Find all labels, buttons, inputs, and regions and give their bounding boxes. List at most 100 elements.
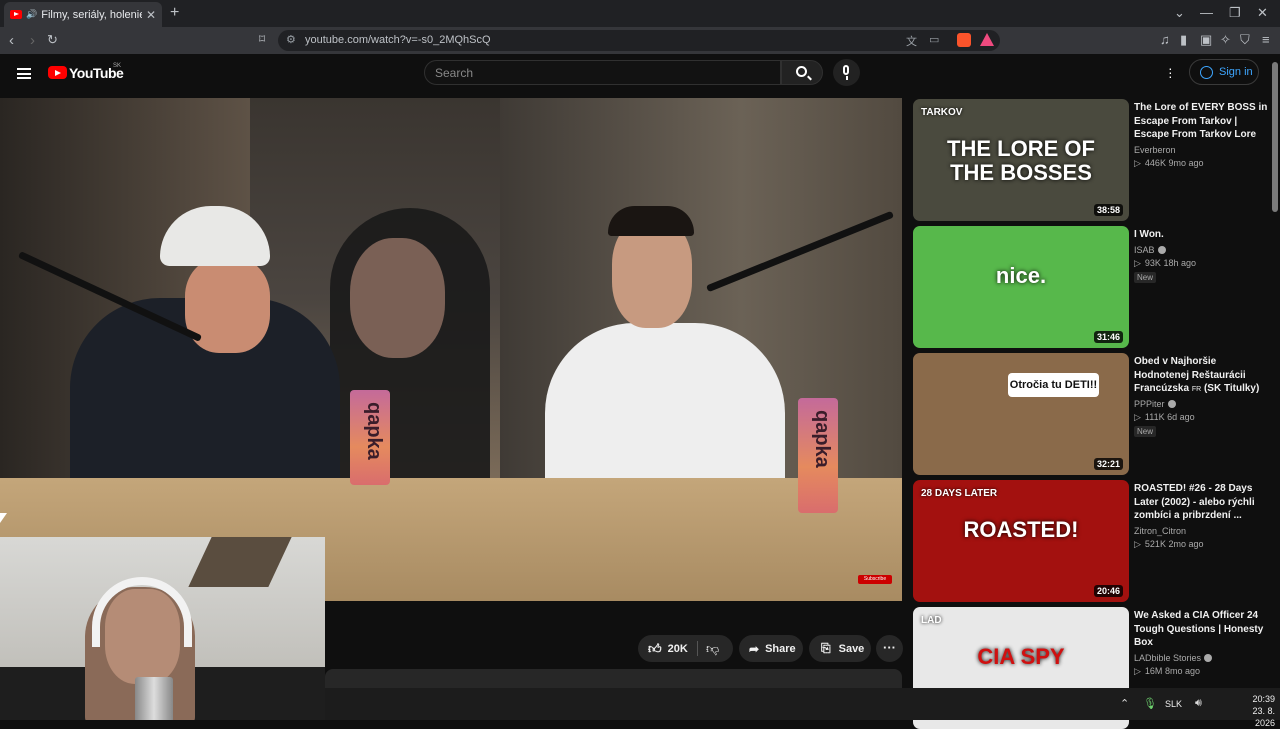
like-button[interactable]: 👍︎ 20K xyxy=(648,635,688,662)
url-text[interactable]: youtube.com/watch?v=-s0_2MQhScQ xyxy=(305,34,491,46)
leo-icon[interactable]: ✧ xyxy=(1220,32,1231,48)
thumbs-down-icon: 👎︎ xyxy=(706,640,720,656)
like-count: 20K xyxy=(667,642,688,655)
restore-icon[interactable]: ❐ xyxy=(1229,5,1241,21)
hamburger-menu-icon[interactable] xyxy=(17,68,31,79)
thumbs-up-icon: 👍︎ xyxy=(648,640,662,656)
thumbnail-text: ROASTED! xyxy=(963,517,1079,542)
browser-tab[interactable]: 🔊 Filmy, seriály, holenie a cesto ✕ xyxy=(4,2,162,27)
thumbnail-text: nice. xyxy=(995,263,1047,288)
page-scrollbar[interactable] xyxy=(1272,62,1278,212)
channel-name[interactable]: LADbible Stories xyxy=(1134,653,1213,663)
recommendation-title[interactable]: ROASTED! #26 - 28 Days Later (2002) - al… xyxy=(1134,482,1269,523)
thumbnail-subtext: LAD xyxy=(921,615,942,626)
video-meta: ▷ 16M 8mo ago xyxy=(1134,665,1200,676)
keyboard-language[interactable]: SLK xyxy=(1165,699,1182,709)
video-thumbnail[interactable]: 28 DAYS LATER ROASTED! 20:46 xyxy=(913,480,1129,602)
reload-icon[interactable]: ↻ xyxy=(47,32,58,48)
browser-toolbar: ‹ › ↻ ⌑ ⚙ youtube.com/watch?v=-s0_2MQhSc… xyxy=(0,27,1280,54)
channel-name[interactable]: Everberon xyxy=(1134,145,1176,155)
vpn-icon[interactable]: ⛉ xyxy=(1240,32,1250,48)
volume-icon[interactable]: 🔊︎ xyxy=(1195,697,1202,710)
channel-name[interactable]: ISAB xyxy=(1134,245,1166,255)
recommendation-title[interactable]: Obed v Najhoršie Hodnotenej Reštaurácii … xyxy=(1134,355,1269,397)
recommendation-title[interactable]: I Won. xyxy=(1134,228,1269,242)
video-duration: 38:58 xyxy=(1093,204,1123,216)
bookmark-icon[interactable]: ⌑ xyxy=(259,32,265,46)
search-input[interactable] xyxy=(435,64,765,82)
views-play-icon: ▷ xyxy=(1134,157,1141,168)
headphones xyxy=(92,577,192,647)
sign-in-button[interactable]: Sign in xyxy=(1189,59,1259,85)
tab-search-icon[interactable]: ⌄ xyxy=(1174,5,1185,21)
video-player[interactable]: qapka qapka xyxy=(0,98,902,601)
browser-tab-bar: 🔊 Filmy, seriály, holenie a cesto ✕ + ⌄ … xyxy=(0,0,1280,27)
recommendation-card[interactable]: Otročia tu DETI!! 32:21 Obed v Najhoršie H… xyxy=(913,353,1263,475)
video-meta: ▷ 446K 9mo ago xyxy=(1134,157,1204,168)
webcam-overlay xyxy=(0,537,325,720)
forward-icon[interactable]: › xyxy=(30,32,35,49)
mouse-cursor-icon xyxy=(0,513,7,523)
country-code: SK xyxy=(113,63,122,69)
views-play-icon: ▷ xyxy=(1134,411,1141,422)
thumbnail-subtext: 28 DAYS LATER xyxy=(921,488,998,499)
verified-check-icon xyxy=(1167,399,1176,408)
views-play-icon: ▷ xyxy=(1134,538,1141,549)
os-taskbar: ⌃ 🎙︎ SLK 🔊︎ 20:39 23. 8. 2026 xyxy=(325,688,1280,728)
save-button[interactable]: ⎘ Save xyxy=(809,635,871,662)
dislike-button[interactable]: 👎︎ xyxy=(706,635,726,662)
address-bar[interactable]: ⚙ youtube.com/watch?v=-s0_2MQhScQ 文 ▭ xyxy=(278,30,1000,51)
save-label: Save xyxy=(838,642,865,655)
channel-name[interactable]: PPPiter xyxy=(1134,399,1176,409)
wallet-icon[interactable]: ▣ xyxy=(1200,32,1212,48)
speaker-icon[interactable]: 🔊 xyxy=(26,9,37,20)
menu-icon[interactable]: ≡ xyxy=(1262,32,1270,47)
search-button[interactable] xyxy=(781,60,823,85)
views-play-icon: ▷ xyxy=(1134,257,1141,268)
recommendation-card[interactable]: 28 DAYS LATER ROASTED! 20:46 ROASTED! #26 -… xyxy=(913,480,1263,602)
video-thumbnail[interactable]: nice. 31:46 xyxy=(913,226,1129,348)
new-badge: New xyxy=(1134,271,1157,283)
sign-in-label: Sign in xyxy=(1219,66,1253,78)
recommendation-title[interactable]: We Asked a CIA Officer 24 Tough Question… xyxy=(1134,609,1269,650)
share-button[interactable]: ➦ Share xyxy=(739,635,803,662)
tab-title: Filmy, seriály, holenie a cesto xyxy=(41,8,142,21)
recommendation-title[interactable]: The Lore of EVERY BOSS in Escape From Ta… xyxy=(1134,101,1269,142)
settings-kebab-icon[interactable]: · · · xyxy=(1168,61,1173,83)
microphone-tray-icon[interactable]: 🎙︎ xyxy=(1143,697,1157,710)
youtube-favicon-icon xyxy=(10,10,22,19)
cast-icon[interactable]: ▭ xyxy=(929,33,939,46)
brave-rewards-icon[interactable] xyxy=(980,33,994,46)
back-icon[interactable]: ‹ xyxy=(9,32,14,49)
more-actions-button[interactable]: ··· xyxy=(876,635,903,662)
voice-search-button[interactable] xyxy=(833,59,860,86)
window-close-icon[interactable]: ✕ xyxy=(1257,5,1268,21)
share-label: Share xyxy=(765,642,796,655)
like-dislike-group: 👍︎ 20K 👎︎ xyxy=(638,635,733,662)
youtube-header: YouTube SK ··· Sign in xyxy=(0,54,1280,98)
tray-chevron-icon[interactable]: ⌃ xyxy=(1120,697,1129,710)
microphone-icon xyxy=(843,65,849,75)
channel-name[interactable]: Zitron_Citron xyxy=(1134,526,1186,536)
clock[interactable]: 20:39 23. 8. 2026 xyxy=(1237,693,1275,729)
minimize-icon[interactable]: — xyxy=(1200,5,1213,20)
youtube-logo-icon[interactable] xyxy=(48,66,67,79)
recommendation-card[interactable]: TARKOV THE LORE OF THE BOSSES 38:58 The Lor… xyxy=(913,99,1267,221)
video-duration: 20:46 xyxy=(1093,585,1123,597)
video-thumbnail[interactable]: TARKOV THE LORE OF THE BOSSES 38:58 xyxy=(913,99,1129,221)
media-icon[interactable]: ♫ xyxy=(1160,32,1170,47)
thumbnail-subtext: TARKOV xyxy=(921,107,963,118)
recommendation-card[interactable]: nice. 31:46 I Won. ISAB ▷ 93K 18h ago New xyxy=(913,226,1263,348)
drink-can: qapka xyxy=(350,390,390,485)
brave-shield-icon[interactable] xyxy=(957,33,971,47)
subscribe-watermark[interactable]: Subscribe xyxy=(858,575,892,584)
drink-can: qapka xyxy=(798,398,838,513)
site-info-icon[interactable]: ⚙ xyxy=(286,33,296,46)
new-tab-button[interactable]: + xyxy=(170,4,179,22)
thumbnail-text: Otročia tu DETI!! xyxy=(1008,373,1099,397)
translate-icon[interactable]: 文 xyxy=(906,33,917,49)
tab-close-icon[interactable]: ✕ xyxy=(146,8,156,22)
video-thumbnail[interactable]: Otročia tu DETI!! 32:21 xyxy=(913,353,1129,475)
sidebar-icon[interactable]: ▮ xyxy=(1180,32,1187,48)
search-box[interactable] xyxy=(424,60,781,85)
